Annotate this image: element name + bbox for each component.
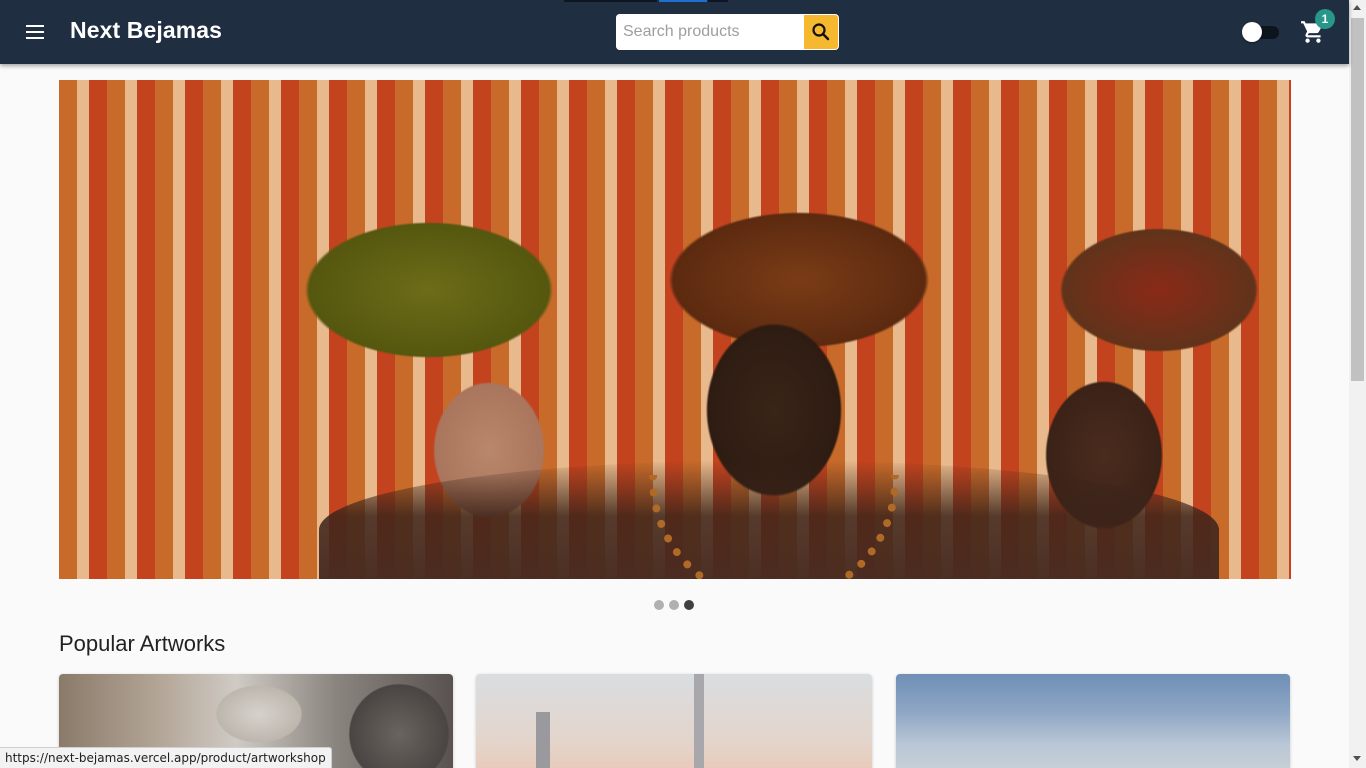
- artwork-card[interactable]: [896, 674, 1290, 768]
- section-title: Popular Artworks: [59, 631, 226, 656]
- carousel-dot-3-active[interactable]: [684, 600, 694, 610]
- hero-image-detail: [649, 475, 899, 579]
- search-icon: [812, 23, 830, 41]
- hero-carousel-image[interactable]: [59, 80, 1291, 579]
- search-input[interactable]: [616, 14, 804, 50]
- scrollbar-thumb[interactable]: [1351, 18, 1364, 381]
- theme-toggle[interactable]: [1242, 22, 1280, 42]
- cart-count-badge: 1: [1315, 9, 1335, 29]
- search-bar: [616, 14, 839, 50]
- scroll-up-arrow-icon[interactable]: [1353, 5, 1361, 10]
- loading-indicator: [659, 0, 707, 2]
- carousel-dot-1[interactable]: [654, 600, 664, 610]
- brand-title[interactable]: Next Bejamas: [70, 17, 222, 44]
- menu-icon[interactable]: [22, 20, 50, 44]
- page-scrollbar[interactable]: [1349, 0, 1366, 768]
- search-button[interactable]: [804, 15, 838, 49]
- toggle-thumb: [1242, 22, 1262, 42]
- link-status-bar: https://next-bejamas.vercel.app/product/…: [0, 747, 332, 768]
- loading-indicator: [708, 0, 728, 2]
- app-bar: Next Bejamas 1: [0, 0, 1349, 64]
- loading-indicator: [564, 0, 657, 2]
- artwork-card[interactable]: [476, 674, 872, 768]
- scroll-down-arrow-icon[interactable]: [1353, 756, 1361, 761]
- carousel-dot-2[interactable]: [669, 600, 679, 610]
- card-image-detail: [694, 674, 704, 768]
- card-image-detail: [536, 712, 550, 768]
